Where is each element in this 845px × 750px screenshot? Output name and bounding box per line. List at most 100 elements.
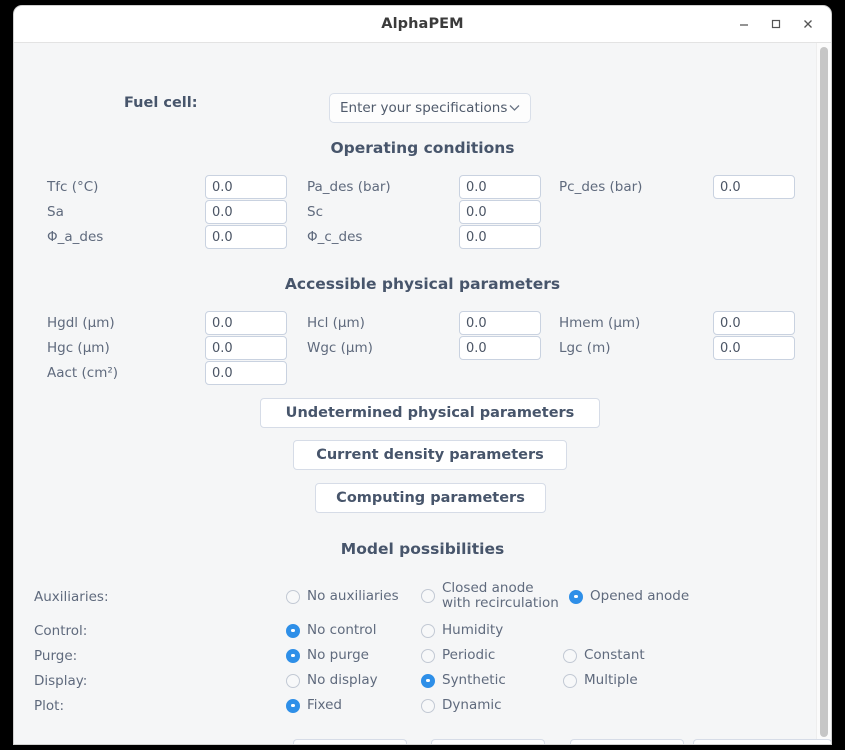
label-plot: Plot: xyxy=(34,698,64,714)
radio-no-purge[interactable]: No purge xyxy=(286,648,369,663)
maximize-button[interactable] xyxy=(761,10,791,38)
input-hcl[interactable] xyxy=(459,311,541,335)
app-content: Fuel cell: Enter your specifications Ope… xyxy=(14,43,831,744)
radio-periodic[interactable]: Periodic xyxy=(421,648,495,663)
label-pc-des: Pc_des (bar) xyxy=(559,179,643,195)
accessible-params-title-wrap: Accessible physical parameters xyxy=(14,275,831,293)
input-aact[interactable] xyxy=(205,361,287,385)
input-lgc[interactable] xyxy=(713,336,795,360)
radio-humidity[interactable]: Humidity xyxy=(421,623,503,638)
radio-label: Fixed xyxy=(307,697,342,713)
input-pc-des[interactable] xyxy=(713,175,795,199)
radio-opened-anode[interactable]: Opened anode xyxy=(569,589,689,604)
pola-curve-button[interactable]: Pola curve xyxy=(431,739,545,744)
fuel-cell-select[interactable]: Enter your specifications xyxy=(329,93,531,123)
label-hgc: Hgc (µm) xyxy=(47,340,110,356)
radio-multiple[interactable]: Multiple xyxy=(563,673,638,688)
operating-conditions-title-wrap: Operating conditions xyxy=(14,139,831,157)
input-hmem[interactable] xyxy=(713,311,795,335)
input-phi-c-des[interactable] xyxy=(459,225,541,249)
label-phi-c-des: Φ_c_des xyxy=(307,229,363,245)
minimize-button[interactable] xyxy=(729,10,759,38)
radio-label: Opened anode xyxy=(590,588,690,604)
window-controls xyxy=(729,6,823,42)
label-wgc: Wgc (µm) xyxy=(307,340,373,356)
radio-synthetic[interactable]: Synthetic xyxy=(421,673,506,688)
label-auxiliaries: Auxiliaries: xyxy=(34,589,109,605)
maximize-icon xyxy=(771,19,781,29)
window-title: AlphaPEM xyxy=(381,16,464,32)
input-hgdl[interactable] xyxy=(205,311,287,335)
close-icon xyxy=(804,20,812,28)
about-button[interactable]: About xyxy=(693,739,831,744)
label-pa-des: Pa_des (bar) xyxy=(307,179,391,195)
radio-label: Multiple xyxy=(584,672,638,688)
eis-curve-button[interactable]: EIS curve xyxy=(570,739,684,744)
chevron-down-icon xyxy=(509,103,520,114)
radio-label: No purge xyxy=(307,647,369,663)
radio-fixed[interactable]: Fixed xyxy=(286,698,342,713)
label-display: Display: xyxy=(34,673,88,689)
radio-indicator xyxy=(421,589,435,603)
input-pa-des[interactable] xyxy=(459,175,541,199)
label-lgc: Lgc (m) xyxy=(559,340,611,356)
computing-parameters-button[interactable]: Computing parameters xyxy=(315,483,546,513)
radio-indicator xyxy=(421,698,435,713)
radio-label: Closed anode with recirculation xyxy=(442,580,559,611)
radio-no-display[interactable]: No display xyxy=(286,673,378,688)
label-control: Control: xyxy=(34,623,88,639)
close-button[interactable] xyxy=(793,10,823,38)
operating-conditions-title: Operating conditions xyxy=(330,139,515,157)
radio-indicator xyxy=(563,673,577,688)
label-hgdl: Hgdl (µm) xyxy=(47,315,115,331)
radio-label: Periodic xyxy=(442,647,496,663)
label-aact: Aact (cm²) xyxy=(47,365,119,381)
radio-indicator xyxy=(563,648,577,663)
accessible-params-title: Accessible physical parameters xyxy=(284,275,561,293)
minimize-icon xyxy=(740,24,748,26)
radio-constant[interactable]: Constant xyxy=(563,648,645,663)
radio-closed-anode-with-recirculation[interactable]: Closed anode with recirculation xyxy=(421,581,559,611)
radio-label: Dynamic xyxy=(442,697,502,713)
radio-label: No auxiliaries xyxy=(307,588,399,604)
step-curve-button[interactable]: Step curve xyxy=(293,739,407,744)
radio-dynamic[interactable]: Dynamic xyxy=(421,698,502,713)
app-window: AlphaPEM Fuel cell: Enter your specifica… xyxy=(14,6,831,744)
radio-indicator xyxy=(421,623,435,638)
input-tfc[interactable] xyxy=(205,175,287,199)
radio-indicator xyxy=(286,623,300,638)
label-hcl: Hcl (µm) xyxy=(307,315,365,331)
radio-indicator xyxy=(286,648,300,663)
label-sa: Sa xyxy=(47,204,64,220)
label-sc: Sc xyxy=(307,204,323,220)
radio-indicator xyxy=(286,589,300,604)
radio-indicator xyxy=(286,673,300,688)
radio-no-control[interactable]: No control xyxy=(286,623,376,638)
model-possibilities-title-wrap: Model possibilities xyxy=(14,540,831,558)
radio-label: Synthetic xyxy=(442,672,506,688)
label-hmem: Hmem (µm) xyxy=(559,315,641,331)
input-phi-a-des[interactable] xyxy=(205,225,287,249)
model-possibilities-title: Model possibilities xyxy=(340,540,505,558)
fuel-cell-label: Fuel cell: xyxy=(124,95,198,111)
undetermined-physical-parameters-button[interactable]: Undetermined physical parameters xyxy=(260,398,600,428)
radio-no-auxiliaries[interactable]: No auxiliaries xyxy=(286,589,399,604)
input-wgc[interactable] xyxy=(459,336,541,360)
radio-indicator xyxy=(421,648,435,663)
radio-indicator xyxy=(421,673,435,688)
input-hgc[interactable] xyxy=(205,336,287,360)
input-sa[interactable] xyxy=(205,200,287,224)
current-density-parameters-button[interactable]: Current density parameters xyxy=(293,440,567,470)
radio-label: Humidity xyxy=(442,622,504,638)
radio-indicator xyxy=(569,589,583,604)
label-purge: Purge: xyxy=(34,648,78,664)
fuel-cell-select-value: Enter your specifications xyxy=(340,100,508,116)
radio-label: Constant xyxy=(584,647,645,663)
label-tfc: Tfc (°C) xyxy=(47,179,99,195)
title-bar: AlphaPEM xyxy=(14,6,831,43)
radio-label: No display xyxy=(307,672,378,688)
label-phi-a-des: Φ_a_des xyxy=(47,229,104,245)
radio-label: No control xyxy=(307,622,377,638)
input-sc[interactable] xyxy=(459,200,541,224)
radio-indicator xyxy=(286,698,300,713)
